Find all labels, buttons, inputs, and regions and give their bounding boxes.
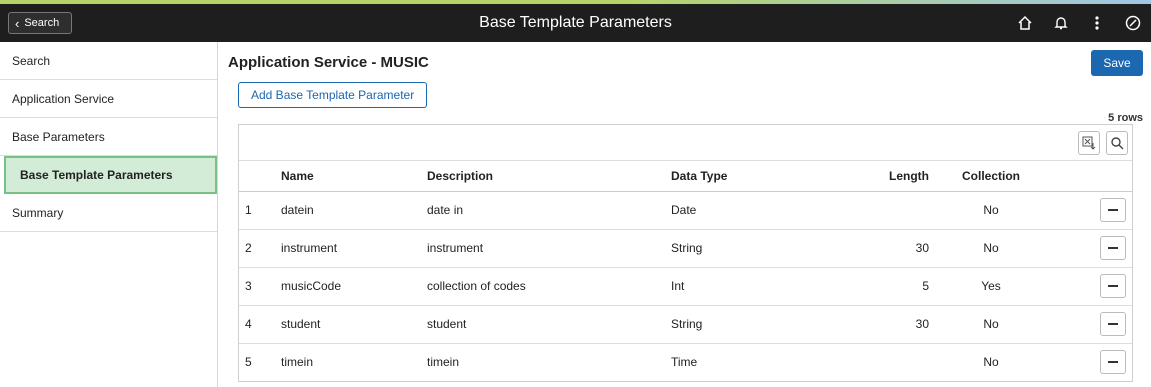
cell-description: instrument [427, 229, 671, 268]
sidebar-item-summary[interactable]: Summary [0, 194, 217, 232]
cell-name[interactable]: timein [269, 343, 427, 381]
cell-collection: No [931, 191, 1051, 230]
cell-name[interactable]: datein [269, 191, 427, 230]
save-button[interactable]: Save [1091, 50, 1143, 76]
cell-length: 30 [811, 229, 931, 268]
sidebar-item-label: Base Template Parameters [20, 168, 173, 182]
header-actions [1015, 12, 1143, 34]
table-row: 5 timein timein Time No [239, 343, 1132, 381]
sidebar-item-search[interactable]: Search [0, 42, 217, 80]
cell-description: date in [427, 191, 671, 230]
row-number: 3 [239, 267, 269, 306]
home-icon[interactable] [1015, 12, 1035, 34]
cell-length [811, 191, 931, 230]
table-row: 2 instrument instrument String 30 No [239, 229, 1132, 268]
parameters-grid: Name Description Data Type Length Collec… [238, 124, 1133, 382]
chevron-left-icon: ‹ [15, 15, 20, 31]
main-content: Application Service - MUSIC Save Add Bas… [228, 42, 1143, 387]
cell-collection: No [931, 229, 1051, 268]
page-title: Application Service - MUSIC [228, 54, 429, 71]
parameters-table: Name Description Data Type Length Collec… [239, 161, 1132, 381]
cell-name[interactable]: student [269, 305, 427, 344]
cell-collection: Yes [931, 267, 1051, 306]
cell-data-type: Date [671, 191, 811, 230]
sidebar-item-application-service[interactable]: Application Service [0, 80, 217, 118]
add-base-template-parameter-button[interactable]: Add Base Template Parameter [238, 82, 428, 108]
sidebar-item-label: Base Parameters [12, 129, 105, 144]
cell-data-type: String [671, 305, 811, 344]
more-options-icon[interactable] [1087, 12, 1107, 34]
cell-length [811, 343, 931, 381]
sidebar-item-label: Search [12, 53, 51, 68]
header-description[interactable]: Description [427, 161, 671, 192]
download-excel-icon[interactable] [1078, 131, 1100, 155]
header-collection[interactable]: Collection [931, 161, 1051, 192]
search-icon[interactable] [1106, 131, 1128, 155]
minus-icon [1108, 209, 1118, 211]
cell-collection: No [983, 355, 999, 370]
sidebar-item-label: Summary [12, 205, 64, 220]
table-row: 1 datein date in Date No [239, 191, 1132, 230]
row-number: 4 [239, 305, 269, 344]
page-header-title: Base Template Parameters [479, 14, 672, 31]
table-header-row: Name Description Data Type Length Collec… [239, 161, 1132, 192]
sidebar-item-label: Application Service [12, 91, 115, 106]
row-number: 5 [245, 355, 252, 370]
sidebar-item-base-parameters[interactable]: Base Parameters [0, 118, 217, 156]
row-count: 5 rows [1108, 112, 1143, 124]
header-length[interactable]: Length [811, 161, 931, 192]
cell-length: 5 [811, 267, 931, 306]
cell-length: 30 [811, 305, 931, 344]
cell-data-type: String [671, 229, 811, 268]
delete-row-button[interactable] [1100, 236, 1126, 260]
delete-row-button[interactable] [1100, 198, 1126, 222]
row-number: 2 [239, 229, 269, 268]
minus-icon [1108, 285, 1118, 287]
delete-row-button[interactable] [1100, 312, 1126, 336]
cell-data-type: Int [671, 267, 811, 306]
navbar-icon[interactable] [1123, 12, 1143, 34]
cell-data-type: Time [671, 355, 698, 370]
table-row: 4 student student String 30 No [239, 305, 1132, 344]
bell-icon[interactable] [1051, 12, 1071, 34]
delete-row-button[interactable] [1100, 350, 1126, 375]
minus-icon [1108, 361, 1118, 364]
minus-icon [1108, 323, 1118, 325]
cell-description: student [427, 305, 671, 344]
back-search-button[interactable]: ‹ Search [8, 12, 72, 34]
sidebar: Search Application Service Base Paramete… [0, 42, 218, 387]
grid-toolbar [239, 125, 1132, 161]
header-name[interactable]: Name [269, 161, 427, 192]
table-row: 3 musicCode collection of codes Int 5 Ye… [239, 267, 1132, 306]
cell-name[interactable]: musicCode [269, 267, 427, 306]
minus-icon [1108, 247, 1118, 249]
cell-description: collection of codes [427, 267, 671, 306]
back-label: Search [24, 17, 60, 29]
delete-row-button[interactable] [1100, 274, 1126, 298]
sidebar-item-base-template-parameters[interactable]: Base Template Parameters [4, 156, 217, 194]
cell-name[interactable]: instrument [269, 229, 427, 268]
cell-description: timein [427, 355, 460, 370]
header-bar: ‹ Search Base Template Parameters [0, 4, 1151, 42]
cell-collection: No [931, 305, 1051, 344]
row-number: 1 [239, 191, 269, 230]
header-actions [1051, 161, 1132, 192]
header-data-type[interactable]: Data Type [671, 161, 811, 192]
header-row-number [239, 161, 269, 192]
